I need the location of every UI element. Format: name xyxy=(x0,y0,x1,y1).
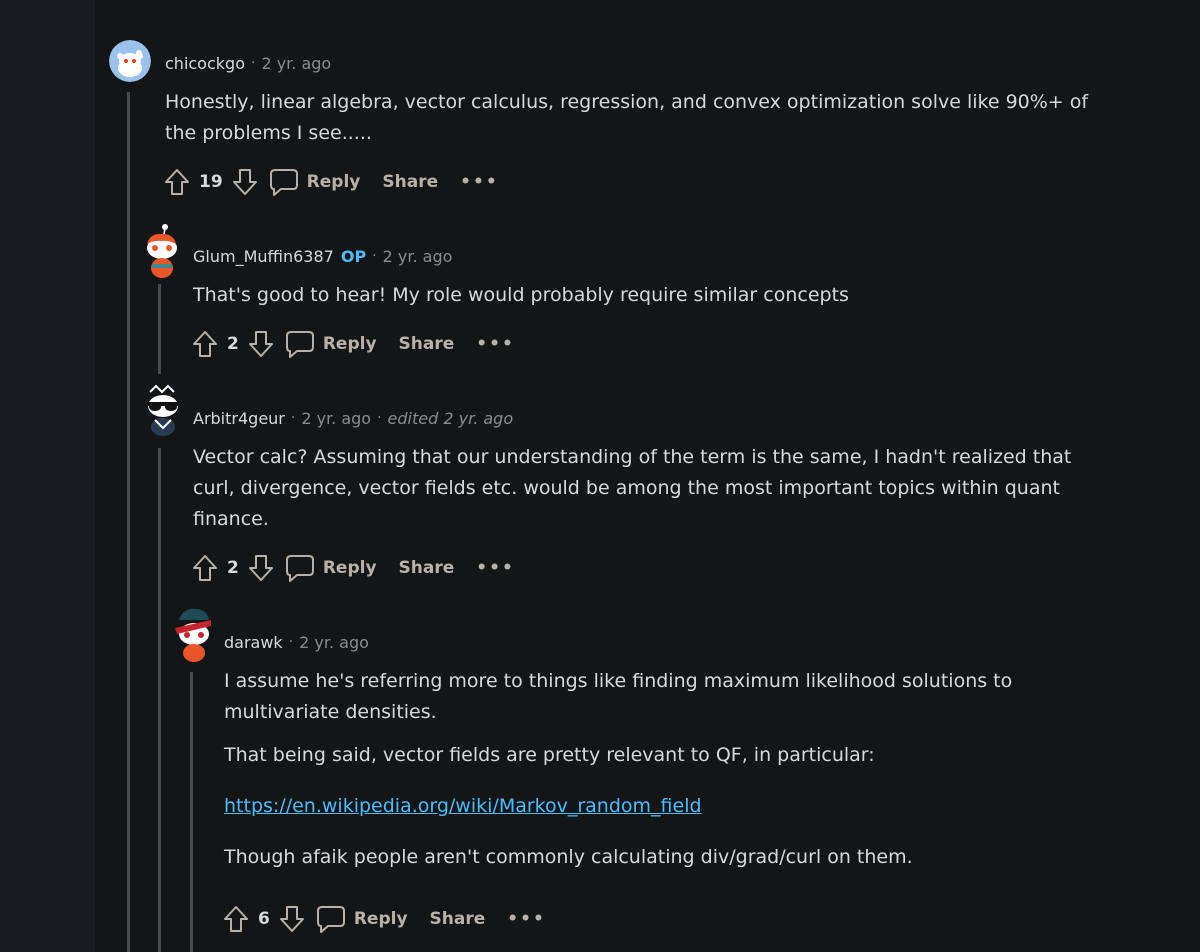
avatar[interactable] xyxy=(140,224,186,278)
page: chicockgo · 2 yr. ago Honestly, linear a… xyxy=(0,0,1200,952)
vote-score: 2 xyxy=(227,334,239,354)
thread-line-glum-muffin[interactable] xyxy=(158,284,161,374)
comment-paragraph: Though afaik people aren't commonly calc… xyxy=(224,846,913,868)
thread-line-level-1[interactable] xyxy=(127,92,130,952)
comment-body: Vector calc? Assuming that our understan… xyxy=(193,442,1113,535)
reply-label: Reply xyxy=(322,334,377,354)
avatar[interactable] xyxy=(140,384,186,436)
edited-label: edited 2 yr. ago xyxy=(387,408,514,428)
downvote-icon[interactable] xyxy=(231,167,259,197)
comment-bubble-icon xyxy=(285,555,314,582)
author-name[interactable]: Arbitr4geur xyxy=(193,409,285,428)
upvote-icon[interactable] xyxy=(191,553,219,583)
meta-separator: · xyxy=(290,410,296,426)
reply-button[interactable]: Reply xyxy=(285,553,377,583)
author-name[interactable]: darawk xyxy=(224,633,283,652)
vote-score: 19 xyxy=(199,172,223,192)
comment-actions: 19 Reply Share ••• xyxy=(163,164,499,200)
snoo-avatar-hat-icon xyxy=(175,608,211,662)
upvote-icon[interactable] xyxy=(222,904,250,934)
comment-paragraph: That's good to hear! My role would proba… xyxy=(193,284,849,306)
timestamp[interactable]: 2 yr. ago xyxy=(261,54,331,73)
markov-random-field-link[interactable]: https://en.wikipedia.org/wiki/Markov_ran… xyxy=(224,795,702,817)
share-button[interactable]: Share xyxy=(430,909,486,929)
downvote-icon[interactable] xyxy=(247,329,275,359)
comment-body: That's good to hear! My role would proba… xyxy=(193,280,1133,311)
comment-bubble-icon xyxy=(269,169,298,196)
downvote-icon[interactable] xyxy=(278,904,306,934)
comment-paragraph: That being said, vector fields are prett… xyxy=(224,744,875,766)
comment-actions: 2 Reply Share ••• xyxy=(191,326,515,362)
share-button[interactable]: Share xyxy=(399,558,455,578)
upvote-icon[interactable] xyxy=(163,167,191,197)
thread-line-arbitr4geur[interactable] xyxy=(158,448,161,952)
comment-bubble-icon xyxy=(316,906,345,933)
upvote-icon[interactable] xyxy=(191,329,219,359)
share-button[interactable]: Share xyxy=(399,334,455,354)
author-name[interactable]: Glum_Muffin6387 xyxy=(193,247,334,266)
meta-separator: · xyxy=(288,634,294,650)
share-button[interactable]: Share xyxy=(382,172,438,192)
snoo-avatar-blue-icon xyxy=(109,40,151,82)
avatar[interactable] xyxy=(109,40,151,82)
reply-button[interactable]: Reply xyxy=(285,329,377,359)
comment-meta: chicockgo · 2 yr. ago xyxy=(165,52,331,74)
op-badge: OP xyxy=(340,246,367,266)
snoo-avatar-orange-icon xyxy=(147,224,177,278)
vote-score: 2 xyxy=(227,558,239,578)
reply-label: Reply xyxy=(306,172,361,192)
thread-line-darawk[interactable] xyxy=(190,672,193,952)
meta-separator: · xyxy=(377,410,382,426)
reply-button[interactable]: Reply xyxy=(316,904,408,934)
comment-paragraph: I assume he's referring more to things l… xyxy=(224,670,1013,723)
timestamp[interactable]: 2 yr. ago xyxy=(383,247,453,266)
comment-meta: darawk · 2 yr. ago xyxy=(224,631,369,653)
meta-separator: · xyxy=(250,55,256,71)
comment-body: I assume he's referring more to things l… xyxy=(224,666,1084,873)
comment-paragraph: Vector calc? Assuming that our understan… xyxy=(193,446,1072,530)
comment-actions: 2 Reply Share ••• xyxy=(191,550,515,586)
more-options-button[interactable]: ••• xyxy=(476,334,515,354)
comment-paragraph: Honestly, linear algebra, vector calculu… xyxy=(165,91,1089,144)
vote-score: 6 xyxy=(258,909,270,929)
reply-button[interactable]: Reply xyxy=(269,167,361,197)
timestamp[interactable]: 2 yr. ago xyxy=(299,633,369,652)
timestamp[interactable]: 2 yr. ago xyxy=(301,409,371,428)
meta-separator: · xyxy=(372,248,377,264)
comment-actions: 6 Reply Share ••• xyxy=(222,901,546,937)
comment-thread: chicockgo · 2 yr. ago Honestly, linear a… xyxy=(95,0,1200,952)
reply-label: Reply xyxy=(353,909,408,929)
comment-paragraph: https://en.wikipedia.org/wiki/Markov_ran… xyxy=(224,791,1084,822)
comment-meta: Glum_Muffin6387 OP · 2 yr. ago xyxy=(193,245,452,267)
comment-body: Honestly, linear algebra, vector calculu… xyxy=(165,87,1125,149)
avatar[interactable] xyxy=(171,606,217,662)
downvote-icon[interactable] xyxy=(247,553,275,583)
comment-meta: Arbitr4geur · 2 yr. ago · edited 2 yr. a… xyxy=(193,407,513,429)
snoo-avatar-sunglasses-icon xyxy=(148,384,178,436)
more-options-button[interactable]: ••• xyxy=(476,558,515,578)
comment-bubble-icon xyxy=(285,331,314,358)
reply-label: Reply xyxy=(322,558,377,578)
author-name[interactable]: chicockgo xyxy=(165,54,245,73)
more-options-button[interactable]: ••• xyxy=(507,909,546,929)
left-gutter xyxy=(0,0,95,952)
more-options-button[interactable]: ••• xyxy=(460,172,499,192)
